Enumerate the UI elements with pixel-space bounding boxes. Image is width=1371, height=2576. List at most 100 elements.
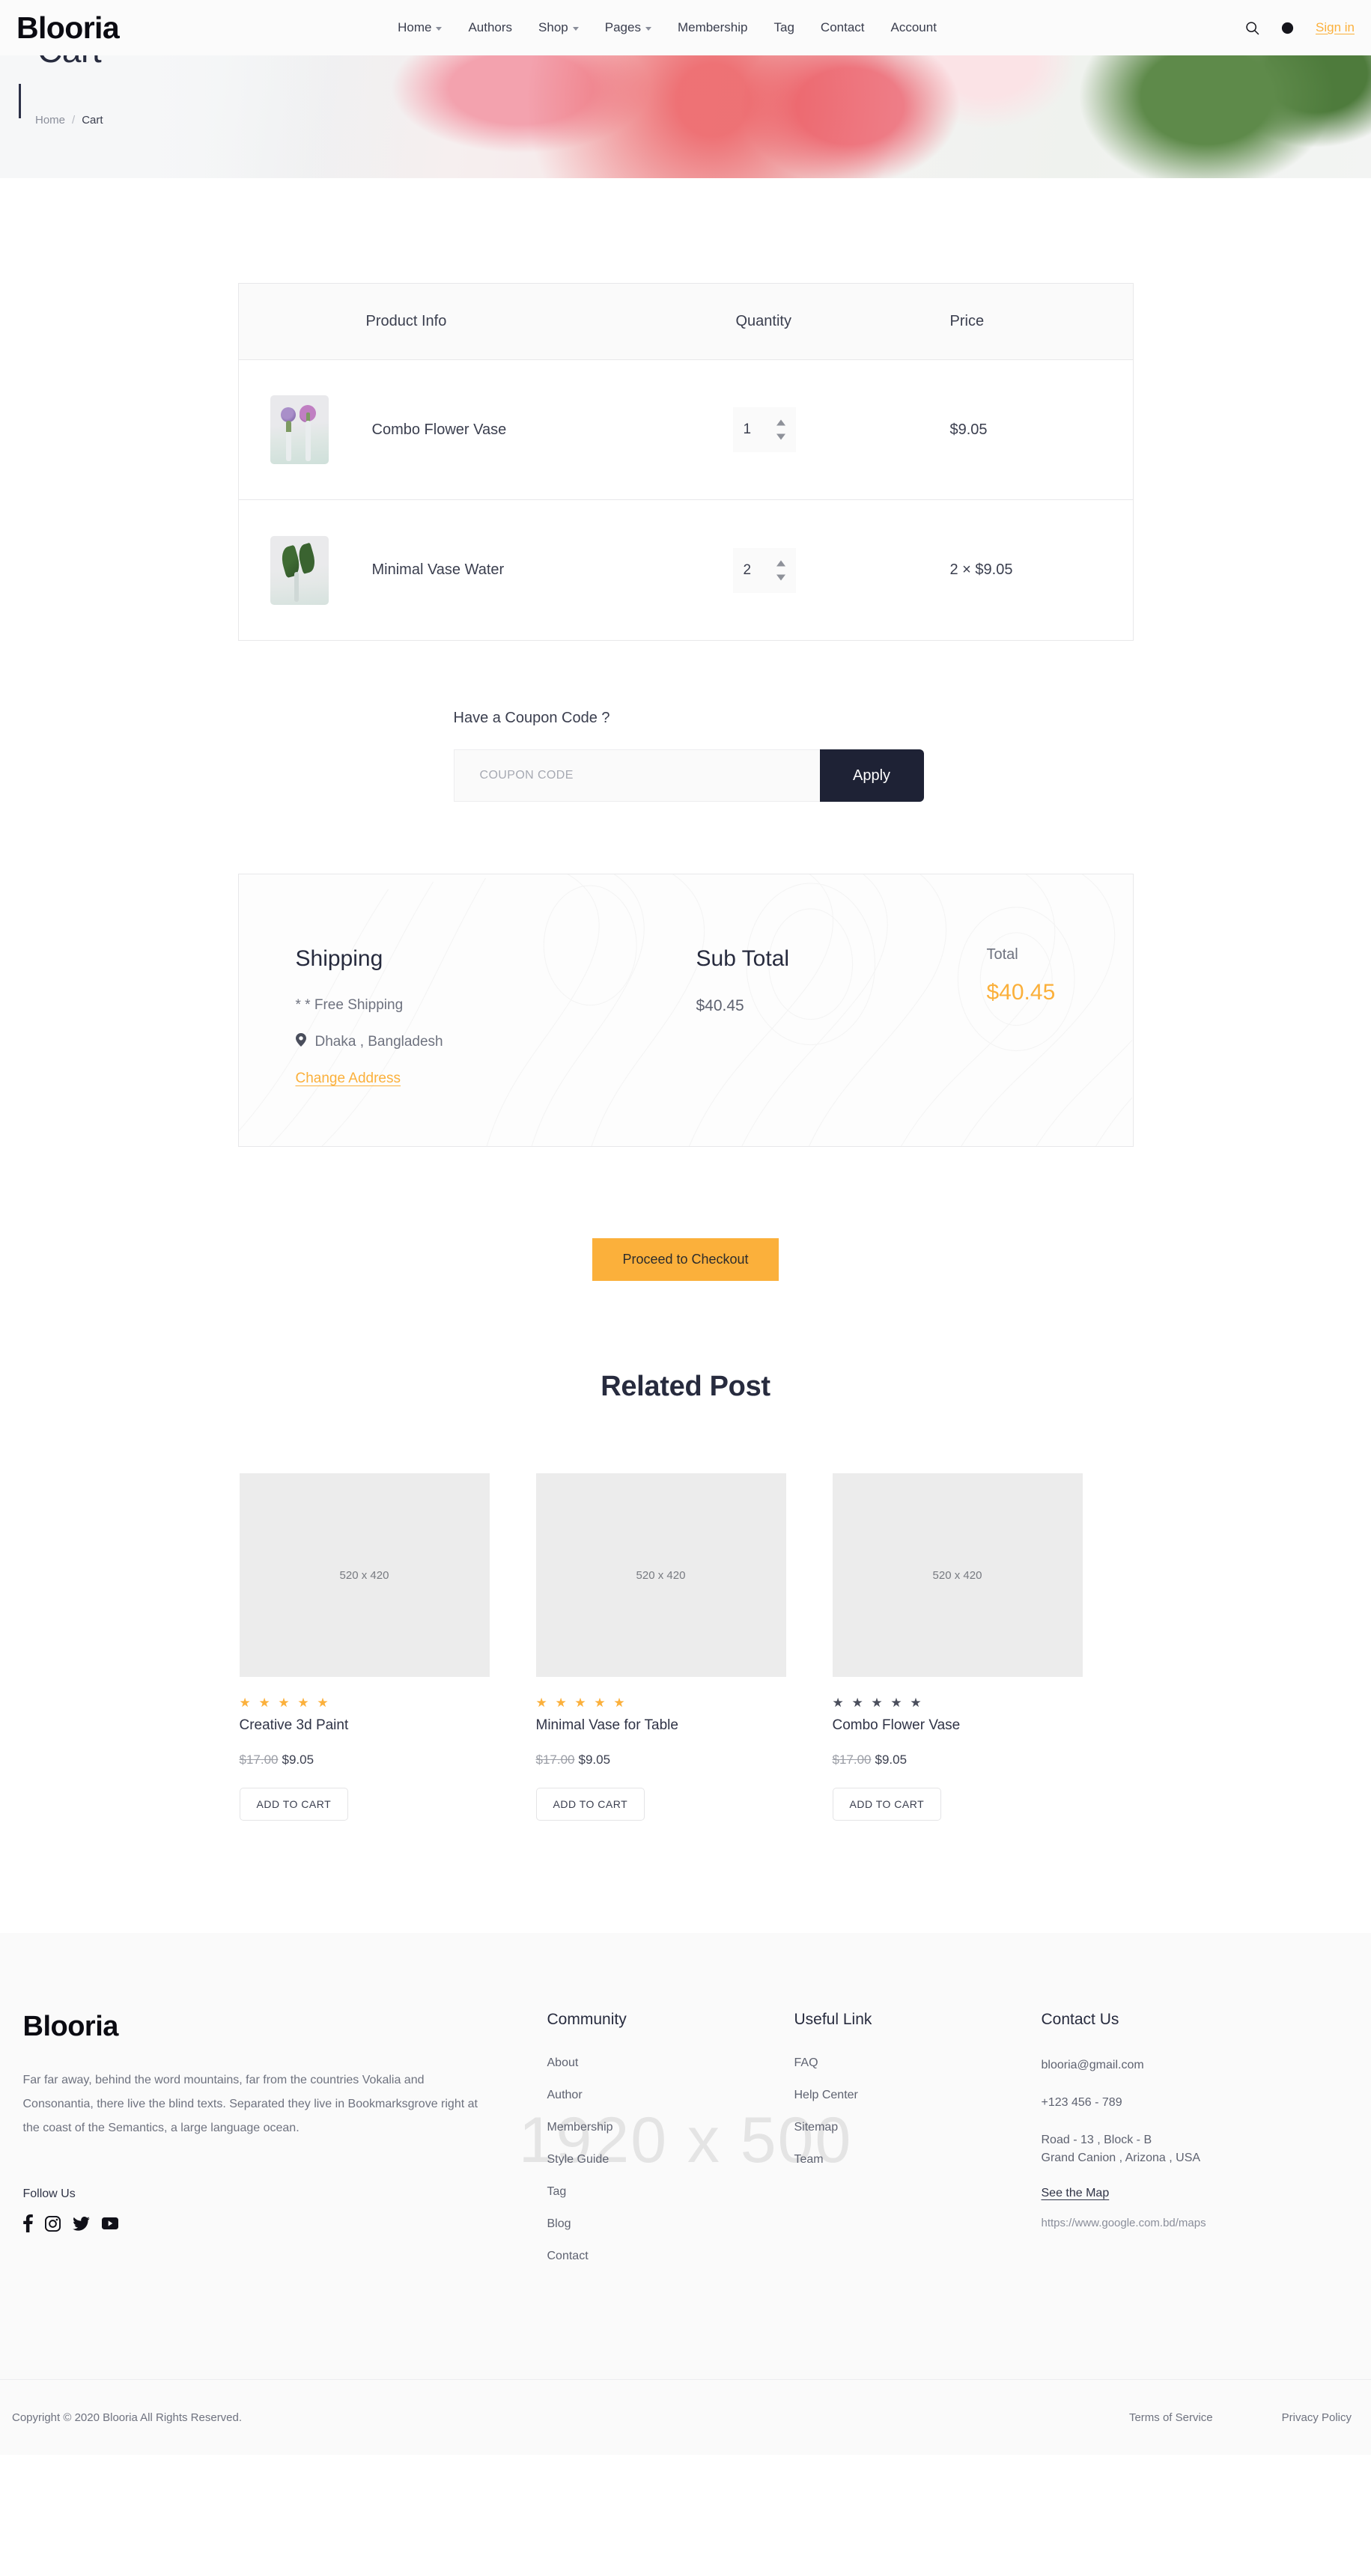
total-label: Total [986, 946, 1018, 963]
site-footer: 1920 x 500 Blooria Far far away, behind … [0, 1933, 1371, 2455]
chevron-down-icon [572, 26, 579, 31]
contact-address: Road - 13 , Block - B Grand Canion , Ari… [1042, 2131, 1356, 2169]
quantity-value: 2 [743, 561, 752, 578]
flower-vase-thumbnail [270, 395, 329, 464]
see-the-map-link[interactable]: See the Map [1042, 2187, 1110, 2200]
subtotal-label: Sub Total [696, 946, 790, 971]
product-name[interactable]: Creative 3d Paint [240, 1709, 490, 1734]
quantity-stepper[interactable]: 2 [732, 547, 796, 593]
social-links [22, 2214, 547, 2232]
original-price: $17.00 [535, 1753, 575, 1767]
column-header-quantity: Quantity [735, 313, 791, 329]
nav-item-tag[interactable]: Tag [774, 20, 794, 35]
shipping-location: Dhaka , Bangladesh [295, 1033, 696, 1051]
add-to-cart-button[interactable]: ADD TO CART [239, 1788, 349, 1821]
main-content: Product Info Quantity Price Combo Flower… [0, 178, 1371, 1821]
rating-stars: ★ ★ ★ ★ ★ [239, 1696, 331, 1710]
apply-coupon-button[interactable]: Apply [819, 749, 924, 802]
copyright-text: Copyright © 2020 Blooria All Rights Rese… [12, 2411, 243, 2424]
footer-link-team[interactable]: Team [794, 2153, 1042, 2167]
title-accent-bar [19, 84, 21, 118]
breadcrumb-home[interactable]: Home [35, 114, 65, 127]
product-name[interactable]: Combo Flower Vase [833, 1709, 1083, 1734]
shipping-column: Shipping * * Free Shipping Dhaka , Bangl… [295, 946, 696, 1146]
nav-label: Membership [677, 20, 748, 34]
original-price: $17.00 [239, 1753, 279, 1767]
product-price: $17.00 $9.05 [536, 1734, 786, 1767]
nav-item-shop[interactable]: Shop [538, 20, 579, 35]
footer-column-title: Useful Link [794, 2011, 872, 2028]
product-price: $17.00 $9.05 [240, 1734, 490, 1767]
nav-item-contact[interactable]: Contact [821, 20, 865, 35]
product-card: 520 x 420 ★ ★ ★ ★ ★ Minimal Vase for Tab… [535, 1473, 786, 1821]
footer-brand-column: Blooria Far far away, behind the word mo… [23, 2011, 547, 2282]
order-summary: Shipping * * Free Shipping Dhaka , Bangl… [237, 874, 1134, 1147]
proceed-to-checkout-button[interactable]: Proceed to Checkout [592, 1238, 779, 1281]
chevron-down-icon [645, 26, 651, 31]
summary-content: Shipping * * Free Shipping Dhaka , Bangl… [239, 874, 1133, 1146]
product-card-list: 520 x 420 ★ ★ ★ ★ ★ Creative 3d Paint $1… [238, 1403, 1134, 1821]
sign-in-link[interactable]: Sign in [1316, 20, 1355, 35]
chevron-down-icon [436, 26, 443, 31]
product-image-placeholder[interactable]: 520 x 420 [832, 1473, 1083, 1677]
footer-columns: Blooria Far far away, behind the word mo… [16, 2011, 1356, 2282]
nav-label: Authors [468, 20, 513, 34]
add-to-cart-button[interactable]: ADD TO CART [535, 1788, 645, 1821]
cart-row-price: $9.05 [949, 421, 988, 438]
subtotal-column: Sub Total $40.45 [696, 946, 981, 1146]
nav-item-pages[interactable]: Pages [605, 20, 651, 35]
legal-links: Terms of Service Privacy Policy [1129, 2411, 1352, 2424]
youtube-icon[interactable] [101, 2217, 118, 2229]
contact-phone[interactable]: +123 456 - 789 [1042, 2094, 1356, 2113]
subtotal-value: $40.45 [696, 997, 744, 1014]
product-image-placeholder[interactable]: 520 x 420 [239, 1473, 490, 1677]
cart-product-name[interactable]: Combo Flower Vase [372, 421, 507, 439]
search-icon[interactable] [1245, 21, 1259, 35]
total-value: $40.45 [986, 980, 1056, 1005]
product-image-placeholder[interactable]: 520 x 420 [535, 1473, 786, 1677]
footer-useful-link-column: Useful Link FAQ Help Center Sitemap Team [794, 2011, 1042, 2282]
stepper-decrement-icon[interactable] [776, 574, 785, 580]
contact-email[interactable]: blooria@gmail.com [1042, 2056, 1356, 2075]
add-to-cart-button[interactable]: ADD TO CART [832, 1788, 942, 1821]
nav-item-membership[interactable]: Membership [678, 20, 748, 35]
footer-link-tag[interactable]: Tag [547, 2185, 794, 2199]
stepper-increment-icon[interactable] [776, 560, 785, 566]
footer-link-contact[interactable]: Contact [547, 2250, 794, 2263]
dark-mode-icon[interactable] [1280, 21, 1295, 35]
footer-logo[interactable]: Blooria [23, 2011, 547, 2043]
nav-label: Tag [773, 20, 794, 34]
product-name[interactable]: Minimal Vase for Table [536, 1709, 786, 1734]
leaf-vase-thumbnail [270, 535, 329, 605]
footer-link-membership[interactable]: Membership [547, 2121, 794, 2134]
nav-item-home[interactable]: Home [398, 20, 443, 35]
footer-link-blog[interactable]: Blog [547, 2217, 794, 2231]
facebook-icon[interactable] [22, 2214, 33, 2232]
instagram-icon[interactable] [44, 2215, 61, 2232]
sale-price: $9.05 [578, 1753, 611, 1767]
privacy-policy-link[interactable]: Privacy Policy [1282, 2411, 1352, 2424]
stepper-increment-icon[interactable] [776, 419, 785, 426]
footer-link-style-guide[interactable]: Style Guide [547, 2153, 794, 2167]
stepper-decrement-icon[interactable] [776, 433, 785, 440]
cart-product-name[interactable]: Minimal Vase Water [372, 561, 505, 579]
footer-link-faq[interactable]: FAQ [794, 2056, 1042, 2070]
related-posts-title: Related Post [601, 1371, 770, 1402]
nav-item-account[interactable]: Account [891, 20, 937, 35]
footer-link-sitemap[interactable]: Sitemap [794, 2121, 1042, 2134]
quantity-stepper[interactable]: 1 [732, 407, 796, 452]
twitter-icon[interactable] [72, 2216, 90, 2231]
footer-link-help-center[interactable]: Help Center [794, 2089, 1042, 2102]
nav-item-authors[interactable]: Authors [468, 20, 512, 35]
cart-table-header: Product Info Quantity Price [238, 284, 1133, 360]
coupon-input[interactable] [453, 749, 820, 802]
footer-community-column: Community About Author Membership Style … [547, 2011, 794, 2282]
footer-link-about[interactable]: About [547, 2056, 794, 2070]
footer-link-author[interactable]: Author [547, 2089, 794, 2102]
footer-description: Far far away, behind the word mountains,… [22, 2074, 478, 2134]
shipping-location-text: Dhaka , Bangladesh [314, 1034, 443, 1050]
page-root: Blooria Home Authors Shop Pages Membersh… [0, 0, 1371, 2455]
change-address-link[interactable]: Change Address [296, 1071, 401, 1087]
sale-price: $9.05 [282, 1753, 314, 1767]
terms-of-service-link[interactable]: Terms of Service [1129, 2411, 1213, 2424]
